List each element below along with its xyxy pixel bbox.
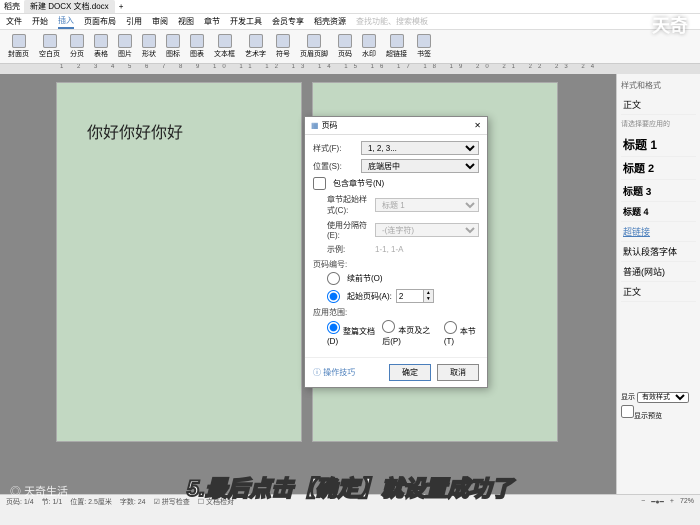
tab-home[interactable]: 开始 [32, 16, 48, 27]
app-tab[interactable]: 稻壳 [4, 1, 20, 12]
dialog-icon: ▦ [311, 121, 319, 130]
style-select[interactable]: 1, 2, 3... [361, 141, 479, 155]
preview-checkbox[interactable] [621, 405, 634, 418]
position-label: 位置(S): [313, 161, 357, 172]
tab-view[interactable]: 视图 [178, 16, 194, 27]
position-select[interactable]: 底端居中 [361, 159, 479, 173]
style-body[interactable]: 正文 [621, 282, 696, 302]
style-hyperlink[interactable]: 超链接 [621, 222, 696, 242]
scope-section-radio[interactable] [444, 321, 457, 334]
style-h3[interactable]: 标题 3 [621, 180, 696, 202]
dialog-title-text: 页码 [322, 120, 338, 131]
example-label: 示例: [327, 244, 371, 255]
page1-text: 你好你好你好 [87, 119, 271, 143]
style-h2[interactable]: 标题 2 [621, 157, 696, 180]
search-hint[interactable]: 查找功能、搜索模板 [356, 16, 428, 27]
tab-refs[interactable]: 引用 [126, 16, 142, 27]
style-default-font[interactable]: 默认段落字体 [621, 242, 696, 262]
btn-link[interactable]: 超链接 [384, 33, 409, 60]
sep-select: -(连字符) [375, 223, 479, 237]
preview-row[interactable]: 显示预览 [621, 405, 696, 421]
scope-fromhere-radio[interactable] [382, 320, 395, 333]
start-input[interactable] [396, 289, 424, 303]
tips-link[interactable]: ⓘ 操作技巧 [313, 367, 355, 378]
btn-symbol[interactable]: 符号 [274, 33, 292, 60]
dialog-footer: ⓘ 操作技巧 确定 取消 [305, 357, 487, 387]
scope-whole-radio[interactable] [327, 321, 340, 334]
show-select[interactable]: 有效样式 [637, 392, 689, 403]
style-normal-web[interactable]: 普通(网站) [621, 262, 696, 282]
btn-break[interactable]: 分页 [68, 33, 86, 60]
current-style[interactable]: 正文 [621, 95, 696, 115]
style-h1[interactable]: 标题 1 [621, 133, 696, 157]
btn-table[interactable]: 表格 [92, 33, 110, 60]
btn-icon[interactable]: 图标 [164, 33, 182, 60]
close-icon[interactable]: ✕ [474, 121, 481, 130]
btn-blank[interactable]: 空白页 [37, 33, 62, 60]
tab-insert[interactable]: 插入 [58, 15, 74, 29]
btn-header[interactable]: 页眉页脚 [298, 33, 330, 60]
chap-style-label: 章节起始样式(C): [327, 194, 371, 216]
spin-down-icon[interactable]: ▼ [424, 296, 433, 302]
styles-hint: 请选择要应用的 [621, 119, 696, 129]
tutorial-caption: 5.最后点击【确定】就设置成功了 [0, 471, 700, 503]
tab-layout[interactable]: 页面布局 [84, 16, 116, 27]
horizontal-ruler: 1 2 3 4 5 6 7 8 9 10 11 12 13 14 15 16 1… [0, 64, 700, 74]
show-row: 显示 有效样式 [621, 392, 696, 403]
document-tab[interactable]: 新建 DOCX 文档.docx [24, 0, 115, 13]
btn-cover[interactable]: 封面页 [6, 33, 31, 60]
ribbon-content: 封面页 空白页 分页 表格 图片 形状 图标 图表 文本框 艺术字 符号 页眉页… [0, 30, 700, 64]
btn-bookmark[interactable]: 书签 [415, 33, 433, 60]
tab-member[interactable]: 会员专享 [272, 16, 304, 27]
ok-button[interactable]: 确定 [389, 364, 431, 381]
btn-chart[interactable]: 图表 [188, 33, 206, 60]
watermark-text: 天奇 [652, 12, 688, 38]
start-spinner[interactable]: ▲▼ [396, 289, 434, 303]
example-value: 1-1, 1-A [375, 245, 403, 254]
page-1[interactable]: 你好你好你好 [56, 82, 302, 442]
scope-label: 应用范围: [313, 307, 479, 318]
btn-art[interactable]: 艺术字 [243, 33, 268, 60]
start-radio[interactable] [327, 290, 340, 303]
chapter-label: 包含章节号(N) [333, 178, 384, 189]
style-h4[interactable]: 标题 4 [621, 202, 696, 222]
dialog-titlebar[interactable]: ▦ 页码 ✕ [305, 117, 487, 135]
continue-label: 续前节(O) [347, 273, 383, 284]
tab-review[interactable]: 审阅 [152, 16, 168, 27]
btn-text[interactable]: 文本框 [212, 33, 237, 60]
btn-pic[interactable]: 图片 [116, 33, 134, 60]
tab-dev[interactable]: 开发工具 [230, 16, 262, 27]
tab-section[interactable]: 章节 [204, 16, 220, 27]
cancel-button[interactable]: 取消 [437, 364, 479, 381]
styles-panel: 样式和格式 正文 请选择要应用的 标题 1 标题 2 标题 3 标题 4 超链接… [616, 74, 700, 494]
tab-addin[interactable]: 稻壳资源 [314, 16, 346, 27]
styles-panel-title: 样式和格式 [621, 80, 696, 91]
new-tab-button[interactable]: + [119, 2, 124, 11]
btn-pagenum[interactable]: 页码 [336, 33, 354, 60]
title-bar: 稻壳 新建 DOCX 文档.docx + [0, 0, 700, 14]
tab-file[interactable]: 文件 [6, 16, 22, 27]
chapter-checkbox[interactable] [313, 177, 326, 190]
btn-shape[interactable]: 形状 [140, 33, 158, 60]
sep-label: 使用分隔符(E): [327, 220, 371, 240]
numbering-label: 页码编号: [313, 259, 479, 270]
continue-radio[interactable] [327, 272, 340, 285]
chap-style-select: 标题 1 [375, 198, 479, 212]
dialog-body: 样式(F): 1, 2, 3... 位置(S): 底端居中 包含章节号(N) 章… [305, 135, 487, 357]
btn-wm[interactable]: 水印 [360, 33, 378, 60]
style-label: 样式(F): [313, 143, 357, 154]
page-number-dialog: ▦ 页码 ✕ 样式(F): 1, 2, 3... 位置(S): 底端居中 包含章… [304, 116, 488, 388]
ribbon-tabs: 文件 开始 插入 页面布局 引用 审阅 视图 章节 开发工具 会员专享 稻壳资源… [0, 14, 700, 30]
start-label: 起始页码(A): [347, 291, 392, 302]
